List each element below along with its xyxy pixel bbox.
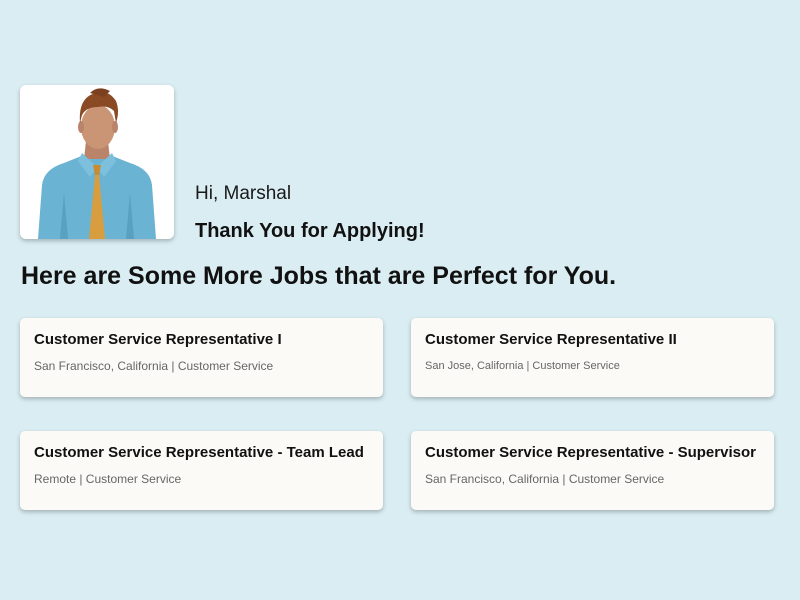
thanks-message: Thank You for Applying! xyxy=(195,220,425,242)
job-meta: Remote | Customer Service xyxy=(34,472,182,486)
job-card-team-lead[interactable]: Customer Service Representative - Team L… xyxy=(20,431,383,510)
job-card-rep-1[interactable]: Customer Service Representative I San Fr… xyxy=(20,318,383,397)
job-title: Customer Service Representative I xyxy=(34,331,282,348)
job-card-rep-2[interactable]: Customer Service Representative II San J… xyxy=(411,318,774,397)
avatar xyxy=(20,85,174,239)
job-card-supervisor[interactable]: Customer Service Representative - Superv… xyxy=(411,431,774,510)
job-meta: San Francisco, California | Customer Ser… xyxy=(34,359,274,373)
job-title: Customer Service Representative - Superv… xyxy=(425,444,756,461)
job-title: Customer Service Representative - Team L… xyxy=(34,444,364,461)
person-avatar-icon xyxy=(38,88,156,239)
page-title: Here are Some More Jobs that are Perfect… xyxy=(21,262,617,290)
greeting-text: Hi, Marshal xyxy=(195,183,292,204)
job-title: Customer Service Representative II xyxy=(425,331,677,348)
job-meta: San Francisco, California | Customer Ser… xyxy=(425,472,665,486)
job-meta: San Jose, California | Customer Service xyxy=(425,360,620,372)
